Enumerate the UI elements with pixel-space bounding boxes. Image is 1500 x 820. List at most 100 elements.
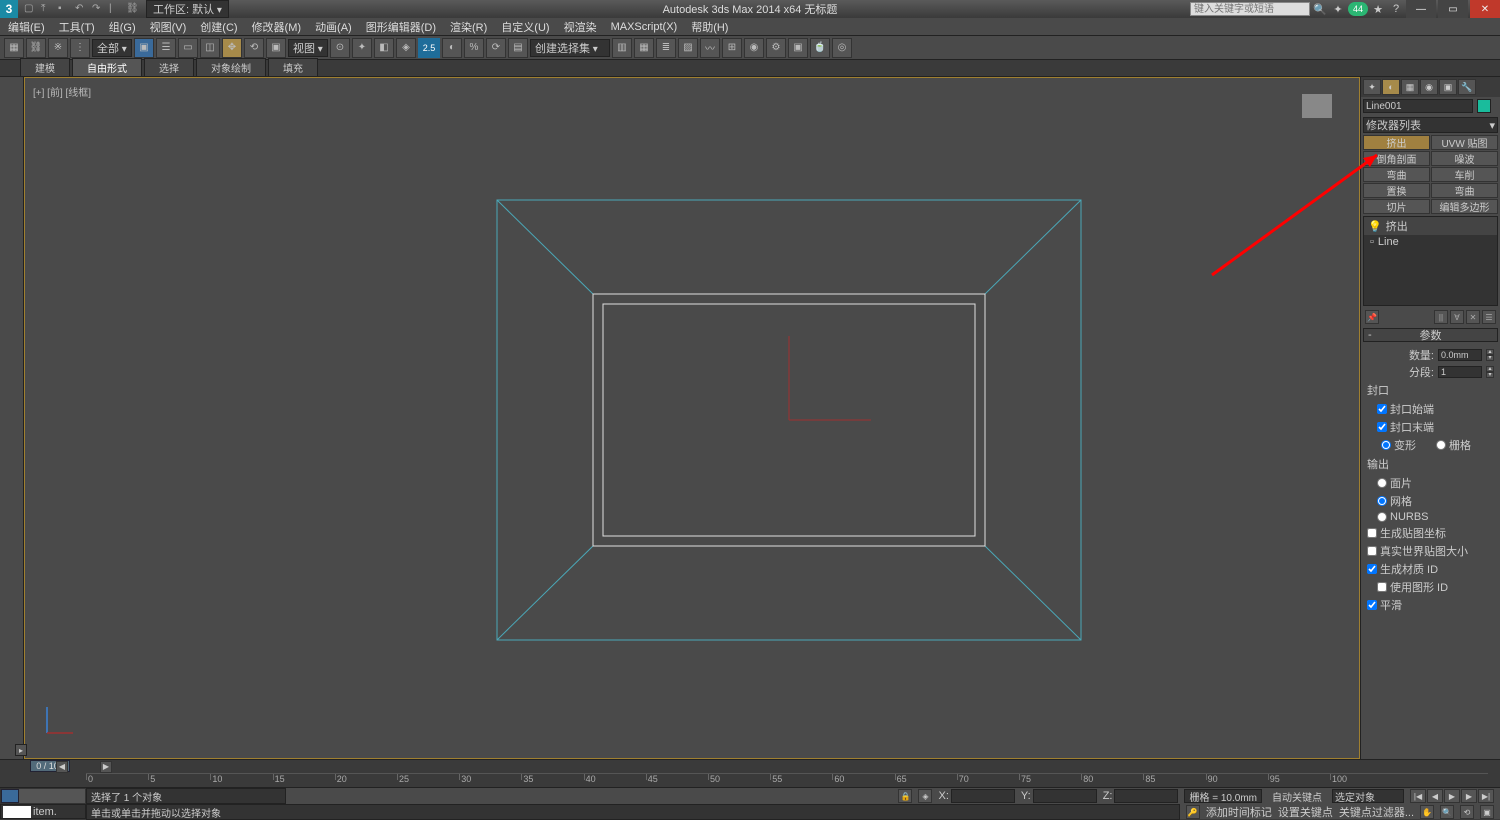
render-prod[interactable]: ◎ <box>832 38 852 58</box>
key-icon[interactable]: ✦ <box>1330 1 1346 17</box>
percent-snap[interactable]: % <box>464 38 484 58</box>
tool-window-cross[interactable]: ◫ <box>200 38 220 58</box>
modbtn-extrude[interactable]: 挤出 <box>1363 135 1430 150</box>
search-icon[interactable]: 🔍 <box>1312 1 1328 17</box>
menu-maxscript[interactable]: MAXScript(X) <box>607 21 682 33</box>
pin-stack-icon[interactable]: 📌 <box>1365 310 1379 324</box>
isolate-icon[interactable]: ◈ <box>918 789 932 803</box>
menu-views[interactable]: 视图(V) <box>146 19 191 35</box>
rad-nurbs[interactable] <box>1377 512 1387 522</box>
curve-editor[interactable]: 〰 <box>700 38 720 58</box>
tool-keyshot[interactable]: ◧ <box>374 38 394 58</box>
show-end-result-icon[interactable]: || <box>1434 310 1448 324</box>
segments-spinner[interactable] <box>1438 366 1482 378</box>
modbtn-uvwmap[interactable]: UVW 贴图 <box>1431 135 1498 150</box>
modbtn-bevel[interactable]: 倒角剖面 <box>1363 151 1430 166</box>
exchange-badge[interactable]: 44 <box>1348 2 1368 16</box>
tab-motion[interactable]: ◉ <box>1420 79 1438 95</box>
menu-customize[interactable]: 自定义(U) <box>497 19 553 35</box>
lock-icon[interactable]: 🔒 <box>898 789 912 803</box>
layers[interactable]: ≣ <box>656 38 676 58</box>
maximize-button[interactable]: ▭ <box>1438 0 1468 18</box>
track-bar[interactable] <box>0 788 86 804</box>
coord-y-input[interactable] <box>1033 789 1097 803</box>
modbtn-bend[interactable]: 弯曲 <box>1363 167 1430 182</box>
render-frame[interactable]: ▣ <box>788 38 808 58</box>
nav-zoom-icon[interactable]: 🔍 <box>1440 805 1454 819</box>
tab-populate[interactable]: 填充 <box>268 58 318 76</box>
render[interactable]: 🍵 <box>810 38 830 58</box>
help-search-input[interactable] <box>1190 2 1310 16</box>
goto-end-icon[interactable]: ▶| <box>1478 789 1494 803</box>
selection-filter[interactable]: 全部 ▾ <box>92 39 132 57</box>
mini-listener[interactable]: item. <box>0 804 86 819</box>
tool-scale[interactable]: ▣ <box>266 38 286 58</box>
tool-select-region[interactable]: ▭ <box>178 38 198 58</box>
star-icon[interactable]: ★ <box>1370 1 1386 17</box>
spinner-snap[interactable]: ⟳ <box>486 38 506 58</box>
chk-genmap[interactable] <box>1367 528 1377 538</box>
chk-realworld[interactable] <box>1367 546 1377 556</box>
minimize-button[interactable]: — <box>1406 0 1436 18</box>
add-time-tag[interactable]: 添加时间标记 <box>1206 804 1272 820</box>
modifier-stack[interactable]: 💡挤出 ▫Line <box>1363 216 1498 306</box>
rollout-parameters[interactable]: -参数 <box>1363 328 1498 342</box>
coord-system[interactable]: 视图 ▾ <box>288 39 328 57</box>
stack-item-extrude[interactable]: 💡挤出 <box>1364 217 1497 235</box>
tool-move[interactable]: ✥ <box>222 38 242 58</box>
menu-tools[interactable]: 工具(T) <box>55 19 99 35</box>
make-unique-icon[interactable]: ∀ <box>1450 310 1464 324</box>
edit-selset[interactable]: ▤ <box>508 38 528 58</box>
modbtn-slice[interactable]: 切片 <box>1363 199 1430 214</box>
schematic[interactable]: ⊞ <box>722 38 742 58</box>
menu-animation[interactable]: 动画(A) <box>311 19 356 35</box>
tab-freeform[interactable]: 自由形式 <box>72 58 142 76</box>
redo-icon[interactable]: ↷ <box>92 3 104 15</box>
tab-modeling[interactable]: 建模 <box>20 58 70 76</box>
amount-spinner[interactable] <box>1438 349 1482 361</box>
modbtn-displace[interactable]: 置换 <box>1363 183 1430 198</box>
rad-morph[interactable] <box>1381 440 1391 450</box>
viewport-expand-button[interactable]: ▸ <box>15 744 27 756</box>
tool-select[interactable]: ▣ <box>134 38 154 58</box>
nav-pan-icon[interactable]: ✋ <box>1420 805 1434 819</box>
chk-cap-end[interactable] <box>1377 422 1387 432</box>
modbtn-editpoly[interactable]: 编辑多边形 <box>1431 199 1498 214</box>
chk-cap-start[interactable] <box>1377 404 1387 414</box>
menu-create[interactable]: 创建(C) <box>196 19 241 35</box>
track-key-icon[interactable] <box>1 789 19 803</box>
remove-mod-icon[interactable]: ✕ <box>1466 310 1480 324</box>
play-icon[interactable]: ▶ <box>1444 789 1460 803</box>
close-button[interactable]: ✕ <box>1470 0 1500 18</box>
chk-useshape[interactable] <box>1377 582 1387 592</box>
angle-snap[interactable]: ◐ <box>442 38 462 58</box>
key-filter-combo[interactable] <box>1332 789 1404 803</box>
coord-z-input[interactable] <box>1114 789 1178 803</box>
coord-x-input[interactable] <box>951 789 1015 803</box>
tab-selection[interactable]: 选择 <box>144 58 194 76</box>
object-color-swatch[interactable] <box>1477 99 1491 113</box>
amount-spin-btns[interactable]: ▴▾ <box>1486 349 1494 361</box>
configure-sets-icon[interactable]: ☰ <box>1482 310 1496 324</box>
undo-icon[interactable]: ↶ <box>75 3 87 15</box>
nav-max-icon[interactable]: ▣ <box>1480 805 1494 819</box>
graphite[interactable]: ▨ <box>678 38 698 58</box>
modbtn-lathe[interactable]: 车削 <box>1431 167 1498 182</box>
object-name-input[interactable] <box>1363 99 1473 113</box>
modbtn-noise[interactable]: 噪波 <box>1431 151 1498 166</box>
tab-display[interactable]: ▣ <box>1439 79 1457 95</box>
modifier-list-dropdown[interactable]: 修改器列表▾ <box>1363 117 1498 133</box>
menu-modifiers[interactable]: 修改器(M) <box>248 19 306 35</box>
goto-start-icon[interactable]: |◀ <box>1410 789 1426 803</box>
bulb-icon[interactable]: 💡 <box>1368 220 1382 233</box>
named-selection-sets[interactable]: 创建选择集 ▾ <box>530 39 610 57</box>
menu-edit[interactable]: 编辑(E) <box>4 19 49 35</box>
rad-patch[interactable] <box>1377 478 1387 488</box>
viewcube[interactable] <box>1297 86 1337 126</box>
chk-smooth[interactable] <box>1367 600 1377 610</box>
tab-modify[interactable]: ◐ <box>1382 79 1400 95</box>
next-arrow-icon[interactable]: ▶ <box>100 761 112 773</box>
app-icon[interactable]: 3 <box>0 0 18 18</box>
stack-item-line[interactable]: ▫Line <box>1364 235 1497 249</box>
tool-manip[interactable]: ✦ <box>352 38 372 58</box>
